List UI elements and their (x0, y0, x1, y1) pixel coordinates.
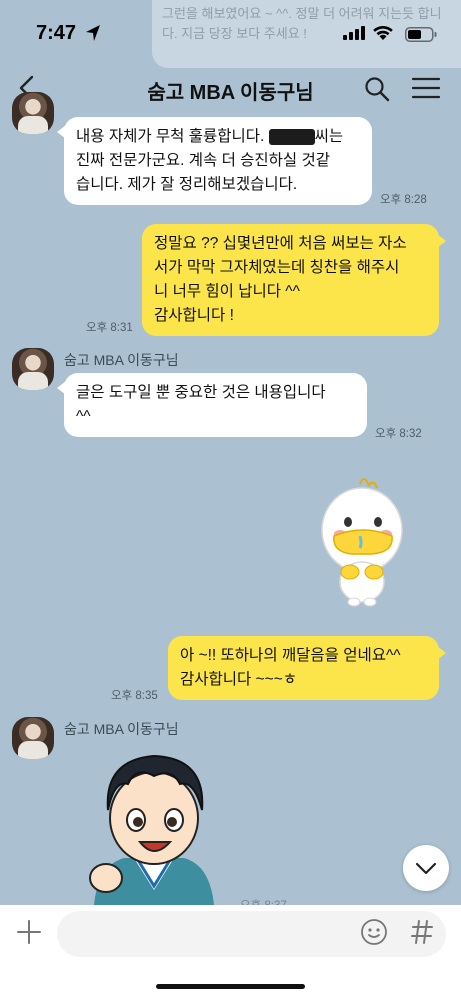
wifi-icon (373, 25, 393, 40)
message-input-bar (0, 905, 461, 1000)
yellow-duck-character-sticker[interactable] (312, 474, 412, 614)
battery-icon (405, 27, 437, 42)
hamburger-menu-icon[interactable] (412, 77, 440, 99)
chat-header: 숨고 MBA 이동구님 (0, 68, 461, 110)
emoji-icon[interactable] (360, 918, 388, 946)
sent-message-bubble: 정말요 ?? 십몇년만에 처음 써보는 자소 서가 막막 그자체였는데 칭찬을 … (142, 224, 446, 336)
sender-avatar[interactable] (12, 92, 54, 134)
anime-boy-thumbs-up-sticker[interactable] (84, 740, 224, 905)
sender-avatar[interactable] (12, 348, 54, 390)
hash-icon[interactable] (410, 919, 434, 945)
message-timestamp: 오후 8:28 (380, 194, 427, 206)
home-indicator (156, 984, 305, 989)
received-message-bubble: 내용 자체가 무척 훌륭합니다. 씨는 진짜 전문가군요. 계속 더 승진하실 … (57, 117, 372, 205)
location-arrow-icon (86, 25, 100, 41)
sender-name: 숨고 MBA 이동구님 (64, 352, 179, 368)
status-time: 7:47 (36, 22, 77, 44)
message-text: 내용 자체가 무척 훌륭합니다. (76, 128, 269, 145)
plus-icon[interactable] (16, 919, 42, 945)
received-message-bubble: 글은 도구일 뿐 중요한 것은 내용입니다 ^^ (57, 373, 367, 437)
chat-title: 숨고 MBA 이동구님 (147, 82, 314, 104)
sender-name: 숨고 MBA 이동구님 (64, 721, 179, 737)
cellular-signal-icon (343, 26, 365, 40)
sender-avatar[interactable] (12, 717, 54, 759)
message-timestamp: 오후 8:35 (111, 690, 158, 702)
redacted-name-block (268, 128, 315, 145)
sent-message-bubble: 아 ~!! 또하나의 깨달음을 얻네요^^ 감사합니다 ~~~ㅎ (168, 636, 446, 700)
message-timestamp: 오후 8:32 (375, 428, 422, 440)
scroll-to-bottom-button[interactable] (403, 845, 449, 891)
search-icon[interactable] (364, 76, 390, 102)
chevron-down-icon (415, 862, 437, 875)
message-timestamp: 오후 8:31 (86, 322, 133, 334)
status-bar: 그런을 해보였어요 ~ ^^. 정말 더 어려워 지는듯 합니다. 지금 당장 … (0, 0, 461, 70)
